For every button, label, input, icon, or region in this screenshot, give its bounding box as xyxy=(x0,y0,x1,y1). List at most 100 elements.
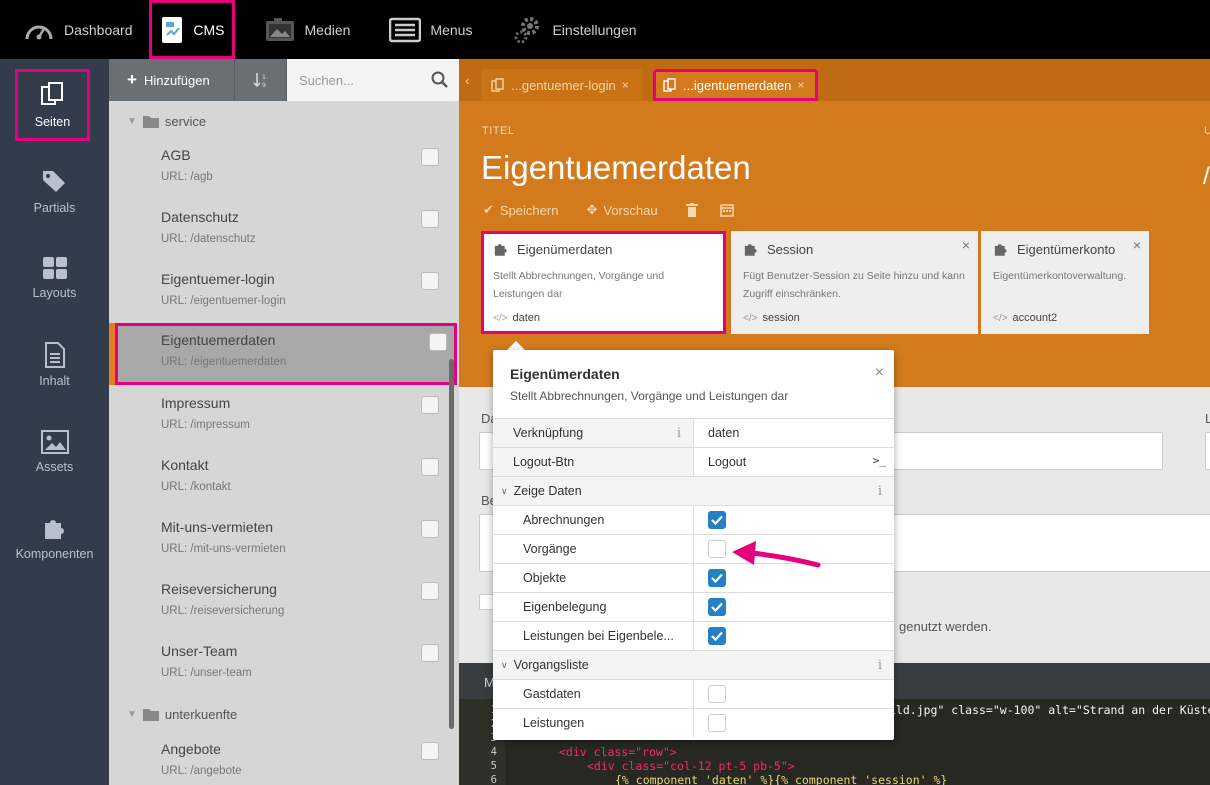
component-card-daten[interactable]: Eigenümerdaten Stellt Abbrechnungen, Vor… xyxy=(481,231,726,334)
page-row-unser-team[interactable]: Unser-Team URL: /unser-team xyxy=(109,634,449,696)
list-toolbar: + Hinzufügen 19 xyxy=(109,59,459,101)
page-row-eigentuemerdaten[interactable]: Eigentuemerdaten URL: /eigentuemerdaten xyxy=(115,323,457,385)
property-label: Objekte xyxy=(523,571,567,585)
page-row-agb[interactable]: AGB URL: /agb xyxy=(109,138,449,200)
sidebar-item-components-label: Komponenten xyxy=(15,547,94,561)
sidebar-item-layouts[interactable]: Layouts xyxy=(0,238,109,318)
search-icon[interactable] xyxy=(431,71,449,89)
terminal-icon[interactable]: >_ xyxy=(873,454,886,467)
page-row-checkbox[interactable] xyxy=(429,333,447,351)
component-card-account2[interactable]: Eigentümerkonto Eigentümerkontoverwaltun… xyxy=(981,231,1149,334)
sidebar-item-assets-label: Assets xyxy=(35,460,74,474)
delete-button[interactable] xyxy=(685,203,698,217)
page-row-impressum[interactable]: Impressum URL: /impressum xyxy=(109,386,449,448)
page-row-checkbox[interactable] xyxy=(421,148,439,166)
info-icon[interactable]: i xyxy=(878,658,882,673)
page-row-kontakt[interactable]: Kontakt URL: /kontakt xyxy=(109,448,449,510)
layouts-icon xyxy=(42,257,67,279)
page-row-checkbox[interactable] xyxy=(421,210,439,228)
tab-label: ...gentuemer-login xyxy=(511,77,616,93)
preview-label: Vorschau xyxy=(603,202,658,218)
page-row-eigentuemer-login[interactable]: Eigentuemer-login URL: /eigentuemer-logi… xyxy=(109,262,449,324)
nav-media[interactable]: Medien xyxy=(235,0,367,59)
image-icon xyxy=(40,430,69,454)
tab-eigentuemerdaten[interactable]: ...igentuemerdaten × xyxy=(653,69,818,101)
folder-service-label: service xyxy=(164,113,207,129)
code-line: <div class="row"> xyxy=(559,745,677,759)
checkbox-objekte[interactable] xyxy=(708,569,726,587)
property-value[interactable]: Logout xyxy=(708,455,746,469)
sidebar-item-partials[interactable]: Partials xyxy=(0,152,109,232)
component-card-session[interactable]: Session Fügt Benutzer-Session zu Seite h… xyxy=(731,231,978,334)
close-icon[interactable]: × xyxy=(1133,237,1141,253)
menus-icon xyxy=(388,15,422,45)
info-icon[interactable]: i xyxy=(677,426,681,441)
property-group-zeige-daten[interactable]: ∨ Zeige Daten i xyxy=(493,476,894,505)
pages-icon xyxy=(40,82,63,105)
close-icon[interactable]: × xyxy=(622,78,629,92)
tab-eigentuemer-login[interactable]: ...gentuemer-login × xyxy=(481,69,643,101)
page-row-checkbox[interactable] xyxy=(421,458,439,476)
page-row-angebote[interactable]: Angebote URL: /angebote xyxy=(109,732,449,785)
sidebar-item-content[interactable]: Inhalt xyxy=(0,325,109,405)
search-input[interactable] xyxy=(299,72,419,88)
checkbox-abrechnungen[interactable] xyxy=(708,511,726,529)
page-row-url: URL: /eigentuemerdaten xyxy=(161,356,287,368)
info-icon[interactable]: i xyxy=(878,484,882,499)
page-row-mit-uns-vermieten[interactable]: Mit-uns-vermieten URL: /mit-uns-vermiete… xyxy=(109,510,449,572)
url-label: U xyxy=(1204,125,1210,137)
page-row-url: URL: /eigentuemer-login xyxy=(161,295,286,307)
page-row-datenschutz[interactable]: Datenschutz URL: /datenschutz xyxy=(109,200,449,262)
save-label: Speichern xyxy=(499,202,559,218)
chevron-down-icon: ▼ xyxy=(127,708,137,720)
page-row-reiseversicherung[interactable]: Reiseversicherung URL: /reiseversicherun… xyxy=(109,572,449,634)
nav-settings[interactable]: Einstellungen xyxy=(488,0,652,59)
component-description: Eigentümerkontoverwaltung. xyxy=(993,270,1127,282)
checkbox-eigenbelegung[interactable] xyxy=(708,598,726,616)
chevron-left-icon[interactable]: ‹ xyxy=(465,72,470,88)
preview-button[interactable]: ✥ Vorschau xyxy=(586,202,663,218)
close-icon[interactable]: × xyxy=(875,364,884,382)
page-row-checkbox[interactable] xyxy=(421,582,439,600)
folder-service[interactable]: ▼ service xyxy=(109,103,449,139)
sidebar-item-assets[interactable]: Assets xyxy=(0,412,109,492)
sort-button[interactable]: 19 xyxy=(235,59,287,101)
property-value[interactable]: daten xyxy=(708,426,739,440)
property-row-leistungen-eigenbelegung: Leistungen bei Eigenbele... xyxy=(493,621,894,650)
close-icon[interactable]: × xyxy=(797,78,804,92)
text-field[interactable] xyxy=(1205,432,1210,470)
page-row-checkbox[interactable] xyxy=(421,520,439,538)
save-button[interactable]: ✔ Speichern xyxy=(483,202,564,218)
side-navigation: Seiten Partials Layouts Inhalt Assets Ko… xyxy=(0,59,109,785)
chevron-down-icon: ∨ xyxy=(501,485,508,496)
checkbox-leistungen[interactable] xyxy=(708,714,726,732)
nav-dashboard[interactable]: Dashboard xyxy=(0,0,149,59)
property-group-vorgangsliste[interactable]: ∨ Vorgangsliste i xyxy=(493,650,894,679)
sidebar-item-pages[interactable]: Seiten xyxy=(15,69,90,141)
page-row-title: Eigentuemerdaten xyxy=(161,332,276,348)
nav-cms[interactable]: CMS xyxy=(148,0,235,59)
page-row-checkbox[interactable] xyxy=(421,272,439,290)
calendar-button[interactable] xyxy=(719,203,734,217)
sidebar-item-content-label: Inhalt xyxy=(39,374,70,388)
nav-menus[interactable]: Menus xyxy=(366,0,488,59)
cms-icon xyxy=(159,15,186,45)
tab-bar: ‹ ...gentuemer-login × ...igentuemerdate… xyxy=(459,59,1210,101)
folder-unterkuenfte[interactable]: ▼ unterkuenfte xyxy=(109,696,449,732)
page-title[interactable]: Eigentuemerdaten xyxy=(481,149,751,187)
list-scrollbar[interactable] xyxy=(449,359,454,729)
properties-table: Verknüpfung i daten Logout-Btn Logout >_ ∨… xyxy=(493,418,894,737)
close-icon[interactable]: × xyxy=(962,237,970,253)
content-icon xyxy=(44,342,65,368)
page-row-checkbox[interactable] xyxy=(421,396,439,414)
component-alias: daten xyxy=(512,312,540,324)
checkbox-leistungen-eigenbelegung[interactable] xyxy=(708,627,726,645)
page-row-checkbox[interactable] xyxy=(421,644,439,662)
checkbox-gastdaten[interactable] xyxy=(708,685,726,703)
checkbox-vorgaenge[interactable] xyxy=(708,540,726,558)
page-row-title: AGB xyxy=(161,147,191,163)
url-value: / xyxy=(1203,163,1210,190)
page-row-checkbox[interactable] xyxy=(421,742,439,760)
add-page-button[interactable]: + Hinzufügen xyxy=(109,59,235,101)
sidebar-item-components[interactable]: Komponenten xyxy=(0,498,109,578)
